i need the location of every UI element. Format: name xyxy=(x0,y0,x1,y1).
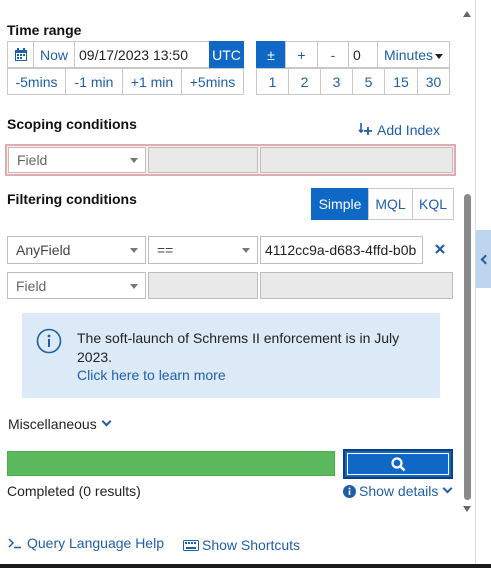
calendar-icon xyxy=(14,47,27,61)
quick-2-button[interactable]: 2 xyxy=(288,68,321,95)
filter-field-select[interactable]: AnyField xyxy=(7,236,146,264)
mode-simple-button[interactable]: Simple xyxy=(311,188,369,220)
scoping-operator-disabled xyxy=(148,147,258,173)
add-index-icon xyxy=(358,123,372,135)
scoping-value-disabled xyxy=(260,147,453,173)
info-banner: The soft-launch of Schrems II enforcemen… xyxy=(22,313,440,398)
show-details-link[interactable]: Show details xyxy=(343,483,453,499)
scoping-field-select[interactable]: Field xyxy=(8,147,146,173)
miscellaneous-label: Miscellaneous xyxy=(8,416,97,432)
progress-fill xyxy=(7,451,335,476)
caret-down-icon xyxy=(130,248,138,253)
calendar-button[interactable] xyxy=(7,41,34,68)
mode-mql-button[interactable]: MQL xyxy=(368,188,413,220)
plusminus-button[interactable]: ± xyxy=(256,41,286,68)
chevron-left-icon xyxy=(480,254,490,264)
scoping-title: Scoping conditions xyxy=(7,116,137,132)
quick-30-button[interactable]: 30 xyxy=(417,68,450,95)
chevron-down-icon xyxy=(101,416,112,426)
filter-field-select-2[interactable]: Field xyxy=(7,272,146,299)
info-icon xyxy=(36,328,62,354)
quick-1-button[interactable]: 1 xyxy=(256,68,289,95)
plus-button[interactable]: + xyxy=(285,41,318,68)
now-button[interactable]: Now xyxy=(33,41,75,68)
offset-input[interactable]: 0 xyxy=(348,41,378,68)
keyboard-icon xyxy=(183,539,199,551)
datetime-input[interactable]: 09/17/2023 13:50 xyxy=(74,41,210,68)
scroll-up-arrow[interactable] xyxy=(463,11,471,17)
scoping-field-label: Field xyxy=(17,152,48,168)
minus-button[interactable]: - xyxy=(317,41,349,68)
caret-down-icon xyxy=(130,158,138,163)
mode-kql-button[interactable]: KQL xyxy=(412,188,454,220)
info-circle-icon xyxy=(343,484,356,498)
unit-label: Minutes xyxy=(384,46,434,63)
quick-plus1-button[interactable]: +1 min xyxy=(122,68,182,95)
filter-field-label-2: Field xyxy=(16,277,47,294)
timezone-button[interactable]: UTC xyxy=(209,41,244,68)
scroll-down-arrow[interactable] xyxy=(463,506,471,512)
quick-minus5-button[interactable]: -5mins xyxy=(7,68,66,95)
filtering-title: Filtering conditions xyxy=(7,191,137,207)
close-icon xyxy=(435,244,445,254)
show-shortcuts-label: Show Shortcuts xyxy=(202,537,301,553)
unit-dropdown[interactable]: Minutes xyxy=(377,41,450,68)
filter-field-label: AnyField xyxy=(16,242,71,258)
filter-value-disabled xyxy=(260,272,453,299)
quick-plus5-button[interactable]: +5mins xyxy=(181,68,244,95)
terminal-icon xyxy=(8,538,21,549)
search-button[interactable] xyxy=(343,449,453,479)
chevron-down-icon xyxy=(442,483,453,493)
collapse-panel-handle[interactable] xyxy=(476,230,491,288)
remove-filter-button[interactable] xyxy=(433,241,447,257)
info-message: The soft-launch of Schrems II enforcemen… xyxy=(77,330,400,365)
quick-3-button[interactable]: 3 xyxy=(320,68,353,95)
add-index-link[interactable]: Add Index xyxy=(358,122,440,138)
scrollbar-thumb[interactable] xyxy=(464,194,471,500)
filter-operator-select[interactable]: == xyxy=(148,236,258,264)
quick-15-button[interactable]: 15 xyxy=(384,68,418,95)
filter-value-input[interactable]: 4112cc9a-d683-4ffd-b0b xyxy=(260,236,423,264)
time-range-title: Time range xyxy=(7,22,82,38)
show-shortcuts-link[interactable]: Show Shortcuts xyxy=(183,537,300,553)
caret-down-icon xyxy=(242,248,250,253)
bottom-edge xyxy=(0,564,491,568)
scrollbar[interactable] xyxy=(461,0,474,520)
caret-down-icon xyxy=(130,283,138,289)
filter-operator-label: == xyxy=(157,242,174,258)
learn-more-link[interactable]: Click here to learn more xyxy=(77,367,226,383)
caret-down-icon xyxy=(435,54,443,59)
add-index-label: Add Index xyxy=(377,122,441,138)
miscellaneous-toggle[interactable]: Miscellaneous xyxy=(8,416,112,432)
query-language-help-label: Query Language Help xyxy=(27,535,164,551)
filter-operator-disabled xyxy=(148,272,258,299)
quick-minus1-button[interactable]: -1 min xyxy=(65,68,123,95)
quick-5-button[interactable]: 5 xyxy=(352,68,385,95)
query-language-help-link[interactable]: Query Language Help xyxy=(8,535,164,551)
status-text: Completed (0 results) xyxy=(7,483,141,499)
show-details-label: Show details xyxy=(359,483,439,499)
progress-track xyxy=(7,451,335,476)
